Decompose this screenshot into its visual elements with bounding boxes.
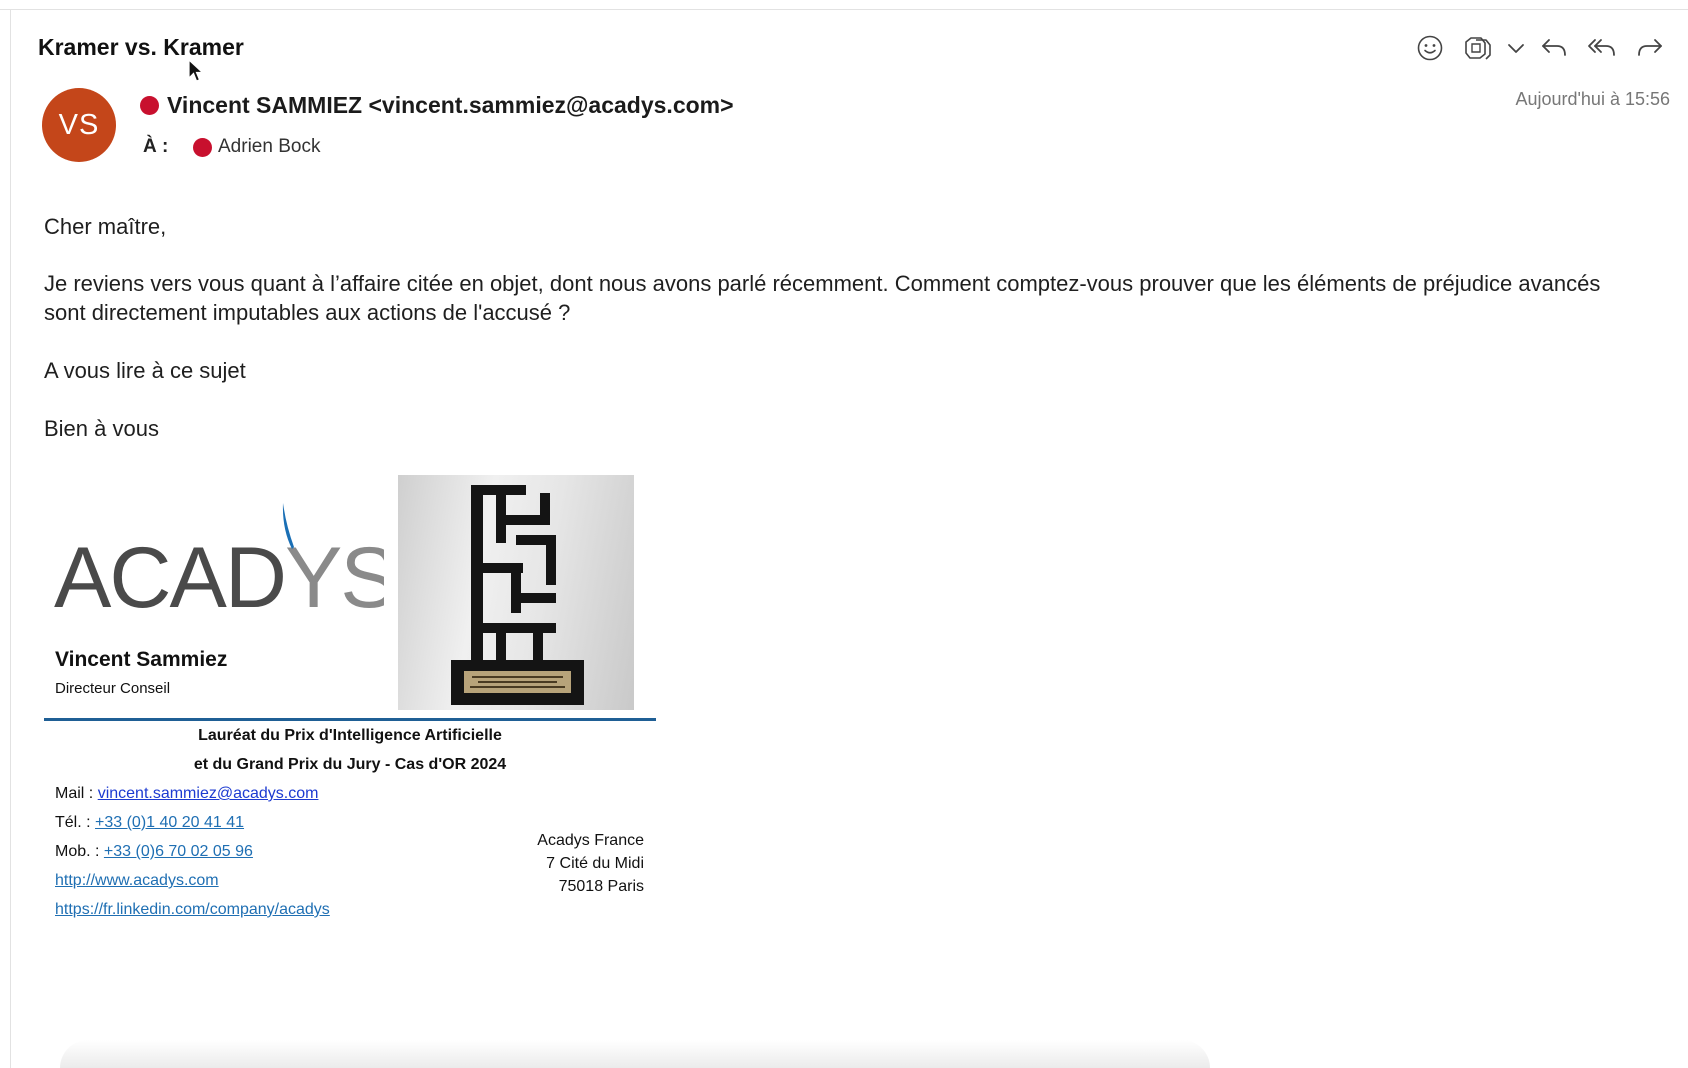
window-top-border (0, 9, 1688, 10)
award-line-1: Lauréat du Prix d'Intelligence Artificie… (198, 727, 502, 744)
copilot-button[interactable] (1454, 30, 1502, 66)
reply-button[interactable] (1530, 30, 1578, 66)
body-closing-line-2: Bien à vous (44, 416, 159, 441)
chevron-down-icon (1508, 44, 1524, 53)
body-closing-line-1: A vous lire à ce sujet (44, 358, 246, 383)
sender-name[interactable]: Vincent SAMMIEZ <vincent.sammiez@acadys.… (167, 92, 734, 119)
website-link[interactable]: http://www.acadys.com (55, 872, 219, 889)
recipients-line: À : Adrien Bock (143, 136, 320, 158)
sender-presence-dot (140, 96, 159, 115)
window-left-border (10, 9, 11, 1068)
signature-website: http://www.acadys.com (55, 872, 219, 890)
email-date: Aujourd'hui à 15:56 (1515, 89, 1670, 109)
emoji-icon (1417, 35, 1443, 61)
address-line-1: Acadys France (537, 832, 644, 849)
body-paragraph: Je reviens vers vous quant à l’affaire c… (44, 271, 1601, 325)
mob-link[interactable]: +33 (0)6 70 02 05 96 (104, 843, 253, 860)
to-label: À : (143, 136, 169, 157)
signature-mob: Mob. : +33 (0)6 70 02 05 96 (55, 843, 253, 861)
bottom-shadow (60, 1040, 1210, 1068)
recipient-presence-dot (193, 137, 212, 157)
svg-text:ACADYS: ACADYS (54, 530, 384, 615)
copilot-dropdown-button[interactable] (1502, 30, 1530, 66)
tel-label: Tél. : (55, 814, 91, 831)
signature-tel: Tél. : +33 (0)1 40 20 41 41 (55, 814, 244, 832)
mail-link[interactable]: vincent.sammiez@acadys.com (98, 785, 319, 802)
copilot-icon (1465, 37, 1491, 60)
trophy-icon (451, 485, 584, 705)
mail-label: Mail : (55, 785, 94, 802)
address-line-3: 75018 Paris (558, 878, 644, 895)
mob-label: Mob. : (55, 843, 100, 860)
reply-icon (1542, 39, 1566, 56)
signature-title: Directeur Conseil (55, 680, 171, 697)
signature-linkedin: https://fr.linkedin.com/company/acadys (55, 901, 330, 919)
sender-avatar[interactable]: VS (42, 88, 116, 162)
message-toolbar (1406, 30, 1674, 66)
recipient-name[interactable]: Adrien Bock (218, 136, 320, 158)
signature-mail: Mail : vincent.sammiez@acadys.com (55, 785, 318, 803)
linkedin-link[interactable]: https://fr.linkedin.com/company/acadys (55, 901, 330, 918)
mouse-cursor-icon (188, 59, 204, 82)
address-line-2: 7 Cité du Midi (546, 855, 644, 872)
acadys-logo: ACADYS (54, 503, 384, 615)
reply-all-icon (1588, 39, 1615, 56)
email-signature: ACADYS Vincent Sammiez Directeur Conseil (44, 475, 656, 935)
tel-link[interactable]: +33 (0)1 40 20 41 41 (95, 814, 244, 831)
trophy-image (398, 475, 634, 710)
sender-line: Vincent SAMMIEZ <vincent.sammiez@acadys.… (140, 92, 734, 119)
forward-button[interactable] (1626, 30, 1674, 66)
signature-divider (44, 718, 656, 721)
forward-icon (1638, 39, 1662, 56)
award-line-2: et du Grand Prix du Jury - Cas d'OR 2024 (193, 756, 507, 773)
body-greeting: Cher maître, (44, 214, 167, 239)
email-subject: Kramer vs. Kramer (38, 34, 244, 60)
emoji-reaction-button[interactable] (1406, 30, 1454, 66)
signature-name: Vincent Sammiez (55, 648, 228, 671)
reply-all-button[interactable] (1578, 30, 1626, 66)
